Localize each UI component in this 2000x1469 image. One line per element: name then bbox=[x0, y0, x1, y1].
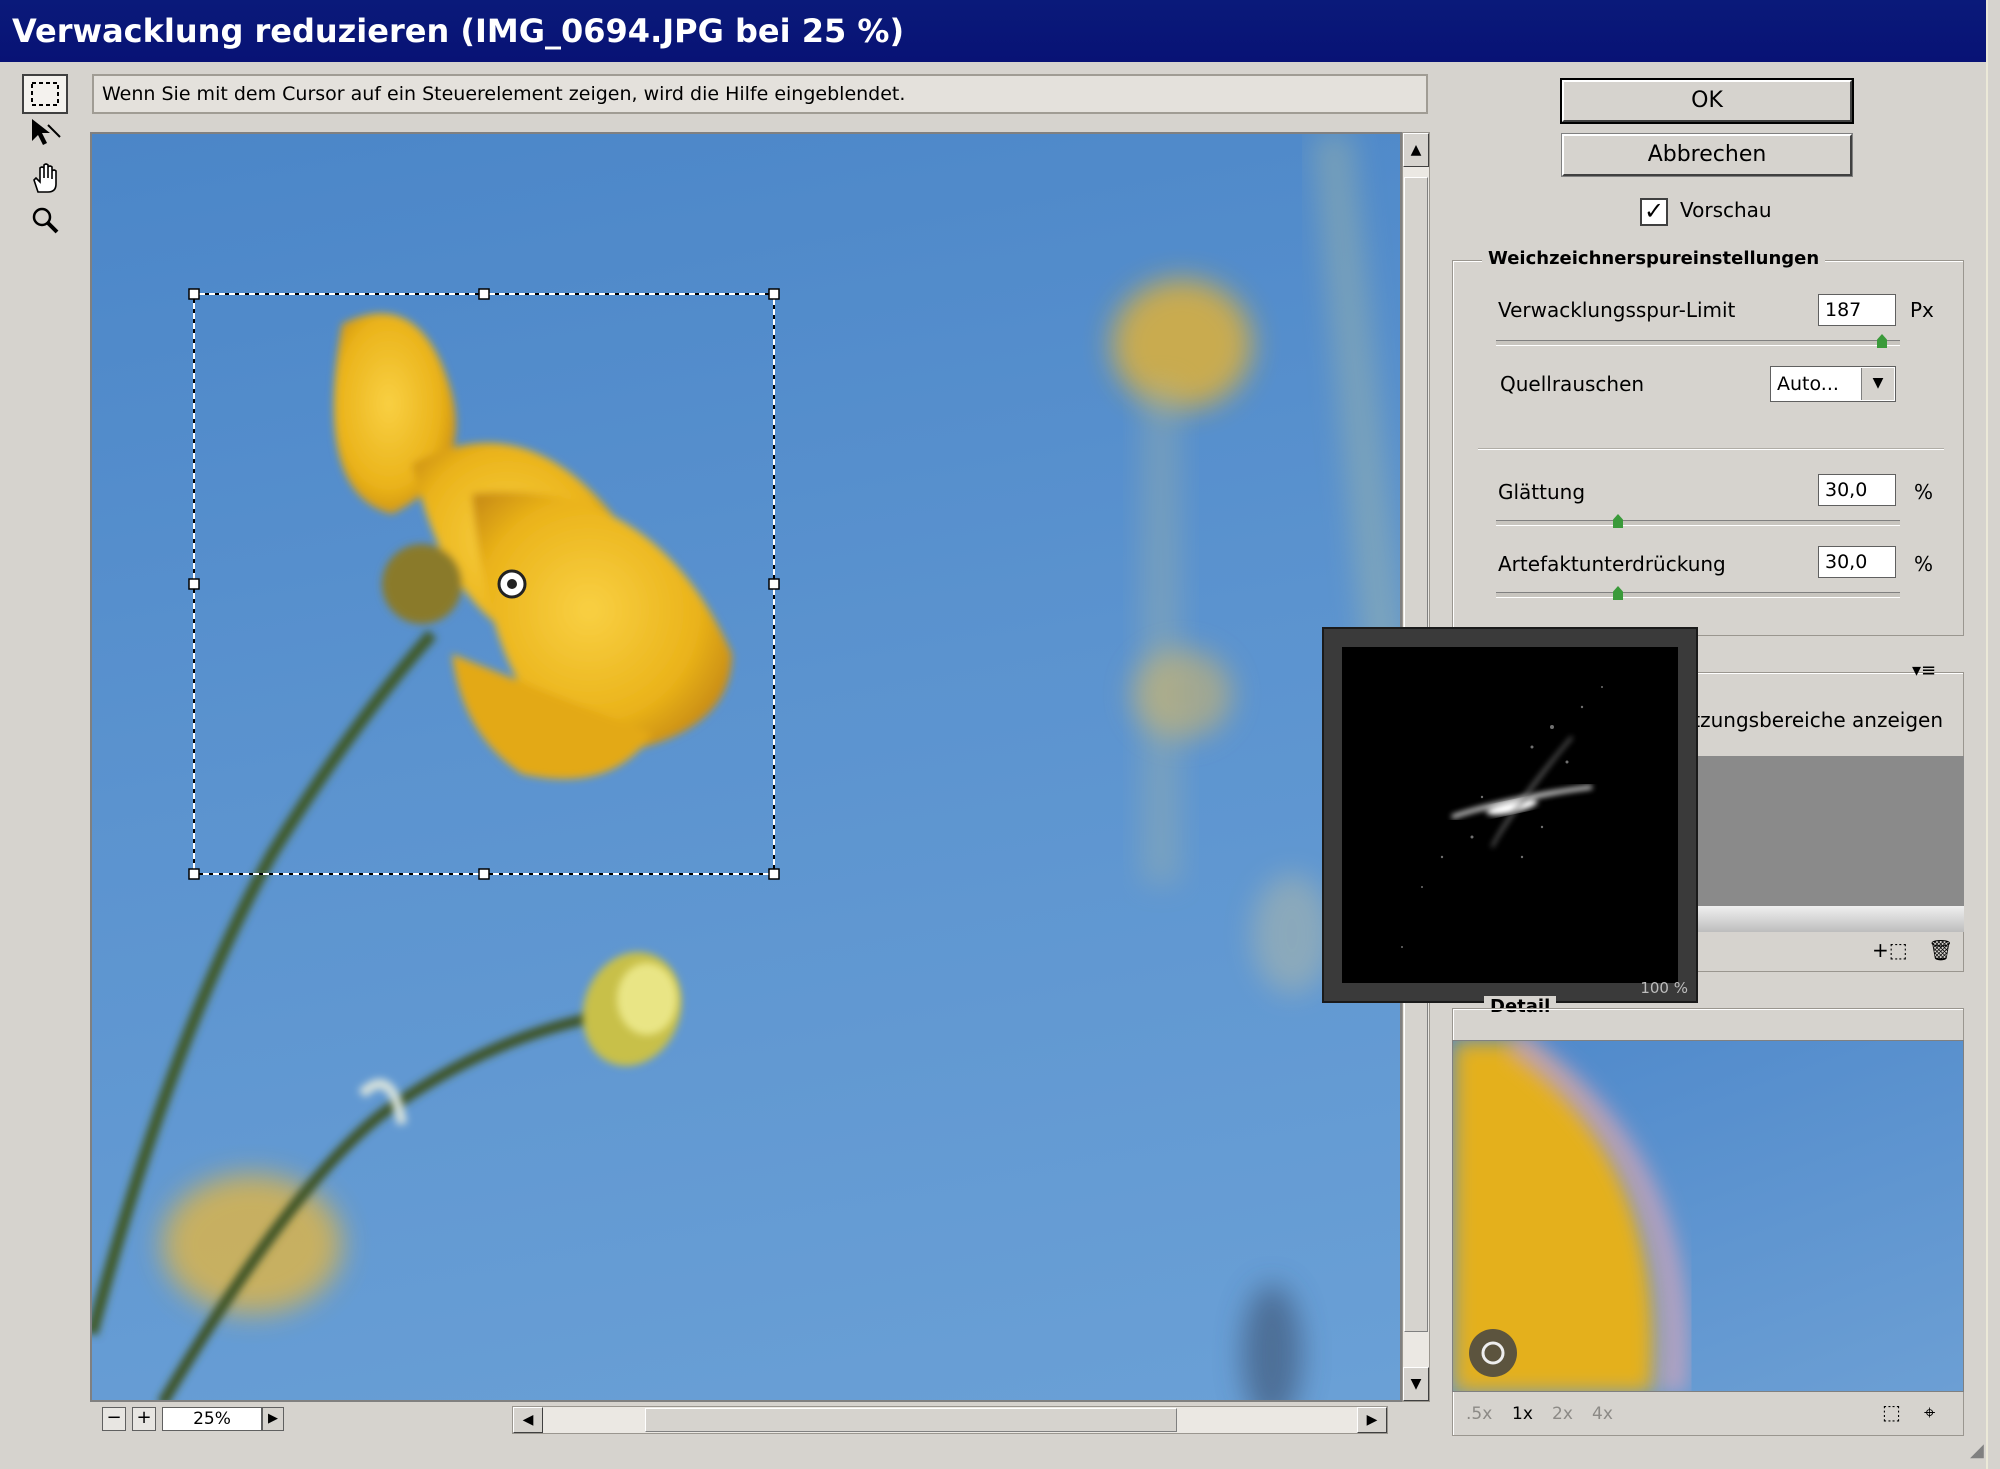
window-frame-edge bbox=[1986, 0, 2000, 1469]
zoom-tool-icon[interactable] bbox=[22, 200, 68, 240]
blur-limit-label: Verwacklungsspur-Limit bbox=[1498, 298, 1736, 322]
artifact-suppression-label: Artefaktunterdrückung bbox=[1498, 552, 1726, 576]
help-text: Wenn Sie mit dem Cursor auf ein Steuerel… bbox=[92, 74, 1428, 114]
resize-grip-icon[interactable]: ◢ bbox=[1970, 1440, 1984, 1461]
zoom-level-field[interactable]: 25% bbox=[162, 1407, 262, 1431]
estimation-strip-base bbox=[1680, 906, 1964, 932]
artifact-suppression-slider[interactable] bbox=[1496, 592, 1900, 598]
kernel-zoom-label: 100 % bbox=[1640, 979, 1688, 997]
detail-crosshair-icon[interactable]: ⌖ bbox=[1924, 1400, 1935, 1424]
detail-zoom-4x[interactable]: 4x bbox=[1592, 1404, 1613, 1424]
blur-limit-slider[interactable] bbox=[1496, 340, 1900, 346]
trash-icon[interactable]: 🗑 bbox=[1928, 938, 1953, 962]
divider bbox=[1478, 448, 1944, 450]
hand-tool-icon[interactable] bbox=[22, 158, 68, 198]
preview-label: Vorschau bbox=[1680, 198, 1772, 222]
zoom-out-button[interactable]: − bbox=[102, 1407, 126, 1431]
scroll-down-button[interactable]: ▼ bbox=[1403, 1367, 1429, 1401]
detail-zoom-1x[interactable]: 1x bbox=[1512, 1404, 1533, 1424]
title-bar: Verwacklung reduzieren (IMG_0694.JPG bei… bbox=[0, 0, 2000, 66]
smoothing-unit: % bbox=[1914, 480, 1934, 504]
scroll-up-button[interactable]: ▲ bbox=[1403, 133, 1429, 167]
blur-limit-unit: Px bbox=[1910, 298, 1934, 322]
image-preview[interactable] bbox=[90, 132, 1402, 1402]
smoothing-slider[interactable] bbox=[1496, 520, 1900, 526]
scroll-right-button[interactable]: ▶ bbox=[1357, 1407, 1387, 1433]
artifact-suppression-unit: % bbox=[1914, 552, 1934, 576]
add-estimation-region-icon[interactable]: +⬚ bbox=[1872, 938, 1908, 962]
direction-tool-icon[interactable] bbox=[22, 112, 68, 152]
zoom-in-button[interactable]: + bbox=[132, 1407, 156, 1431]
source-noise-label: Quellrauschen bbox=[1500, 372, 1645, 396]
blur-limit-field[interactable]: 187 bbox=[1818, 294, 1896, 326]
smoothing-label: Glättung bbox=[1498, 480, 1586, 504]
ok-button[interactable]: OK bbox=[1560, 78, 1854, 124]
blur-trace-settings-title: Weichzeichnerspureinstellungen bbox=[1482, 248, 1826, 269]
source-noise-select[interactable]: Auto... ▼ bbox=[1770, 366, 1896, 402]
artifact-suppression-field[interactable]: 30,0 bbox=[1818, 546, 1896, 578]
preview-checkbox[interactable]: ✓ bbox=[1640, 198, 1668, 226]
detail-enhance-icon[interactable]: ⬚ bbox=[1882, 1400, 1901, 1424]
zoom-menu-arrow[interactable]: ▶ bbox=[262, 1407, 284, 1431]
blur-trace-kernel-popup: 100 % bbox=[1322, 627, 1698, 1003]
cancel-button[interactable]: Abbrechen bbox=[1561, 133, 1853, 177]
preview-bottom-bar: − + 25% ▶ ◀ ▶ bbox=[90, 1404, 1430, 1434]
estimation-thumbnail-strip[interactable] bbox=[1680, 756, 1964, 906]
blur-trace-kernel-image bbox=[1342, 647, 1678, 983]
preview-horizontal-scrollbar[interactable]: ◀ ▶ bbox=[512, 1406, 1388, 1434]
scroll-left-button[interactable]: ◀ bbox=[513, 1407, 543, 1433]
source-noise-value: Auto... bbox=[1777, 373, 1839, 395]
marquee-tool-icon[interactable] bbox=[22, 74, 68, 114]
detail-zoom-0-5x[interactable]: .5x bbox=[1466, 1404, 1492, 1424]
panel-menu-icon[interactable]: ▾≡ bbox=[1912, 660, 1936, 681]
detail-zoom-2x[interactable]: 2x bbox=[1552, 1404, 1573, 1424]
show-estimation-regions-label: ätzungsbereiche anzeigen bbox=[1680, 708, 1944, 732]
window-title: Verwacklung reduzieren (IMG_0694.JPG bei… bbox=[12, 12, 905, 50]
detail-preview[interactable] bbox=[1452, 1040, 1964, 1392]
horizontal-scroll-thumb[interactable] bbox=[645, 1408, 1177, 1432]
chevron-down-icon[interactable]: ▼ bbox=[1861, 368, 1894, 400]
smoothing-field[interactable]: 30,0 bbox=[1818, 474, 1896, 506]
